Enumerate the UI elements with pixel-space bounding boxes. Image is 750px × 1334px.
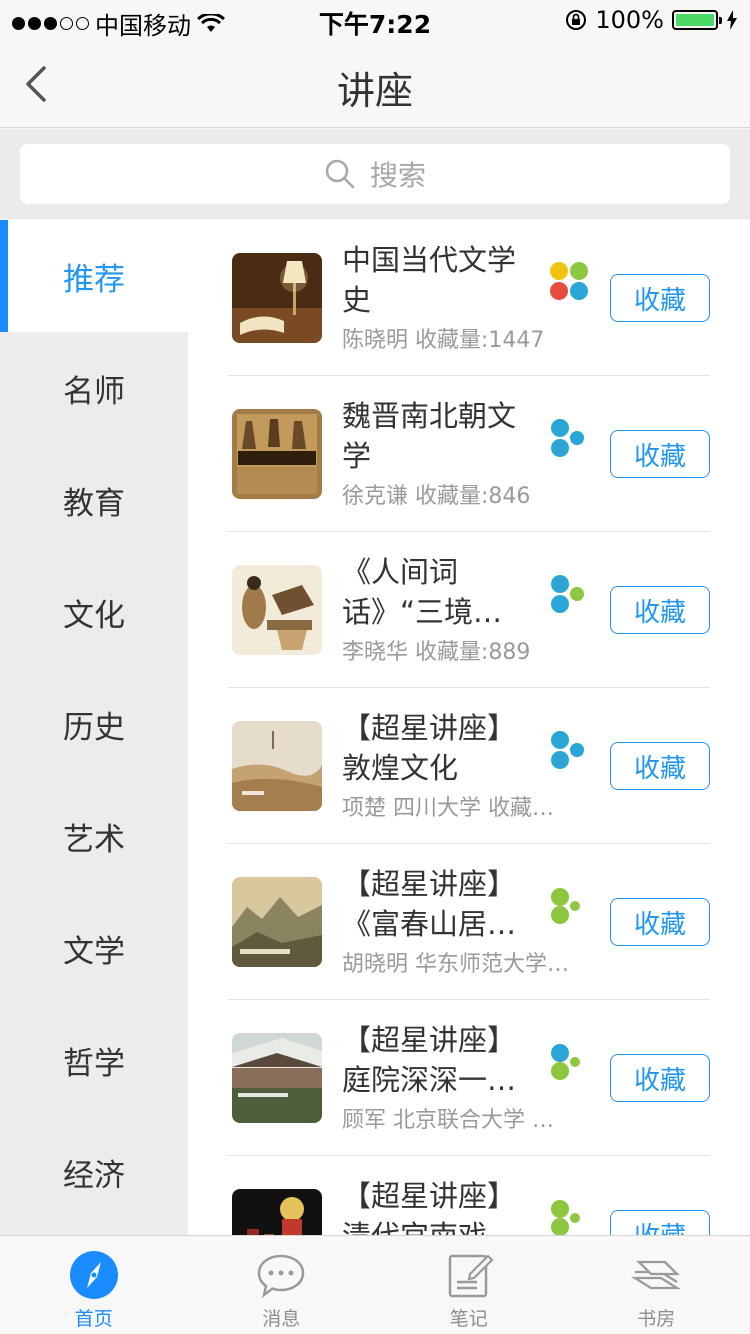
favorite-button[interactable]: 收藏 [610,274,710,322]
lecture-title: 【超星讲座】敦煌文化 [342,711,517,785]
lecture-meta: 胡晓明 华东师范大学… [342,952,569,977]
tab-notes[interactable]: 笔记 [375,1236,563,1334]
tab-home[interactable]: 首页 [0,1236,188,1334]
category-label: 教育 [63,485,125,522]
tab-label: 笔记 [449,1308,488,1330]
category-label: 名师 [63,373,125,410]
category-label: 历史 [63,709,125,746]
favorite-button[interactable]: 收藏 [610,586,710,634]
lecture-title: 《人间词话》“三境… [342,555,503,629]
lecture-item[interactable]: 魏晋南北朝文学 徐克谦 收藏量:846 收藏 [188,376,750,532]
category-label: 艺术 [63,821,125,858]
lecture-meta: 项楚 四川大学 收藏… [342,796,554,821]
tab-label: 书房 [637,1308,676,1330]
lecture-item[interactable]: 【超星讲座】清代宫南戏… 收藏 [188,1156,750,1235]
lecture-thumbnail [232,721,322,811]
lecture-meta: 李晓华 收藏量:889 [342,640,531,665]
lecture-meta: 陈晓明 收藏量:1447 [342,328,545,353]
lecture-title: 中国当代文学史 [342,243,517,317]
lecture-list: 中国当代文学史 陈晓明 收藏量:1447 收藏 魏晋南北朝文学 徐克谦 收藏量:… [188,220,750,1235]
battery-icon [672,10,722,30]
tab-messages[interactable]: 消息 [188,1236,376,1334]
category-item-culture[interactable]: 文化 [0,556,188,668]
three-petal-badge-icon [551,731,584,769]
two-petal-badge-icon [551,888,580,924]
lecture-thumbnail [232,253,322,343]
category-item-philosophy[interactable]: 哲学 [0,1004,188,1116]
category-item-literature[interactable]: 文学 [0,892,188,1004]
lecture-thumbnail [232,1189,322,1235]
category-label: 文化 [63,597,125,634]
lecture-title: 【超星讲座】《富春山居… [342,867,517,941]
search-icon [325,159,355,189]
search-placeholder: 搜索 [369,159,426,192]
three-petal-badge-icon [551,575,584,613]
category-item-education[interactable]: 教育 [0,444,188,556]
tab-label: 消息 [262,1308,301,1330]
favorite-button[interactable]: 收藏 [610,742,710,790]
battery-group: 100% [565,6,738,34]
charging-icon [727,10,737,30]
lecture-title: 【超星讲座】清代宫南戏… [342,1179,517,1235]
rotation-lock-icon [566,10,587,30]
tab-study[interactable]: 书房 [563,1236,750,1334]
category-sidebar: 推荐 名师 教育 文化 历史 艺术 文学 哲学 经济 [0,220,188,1235]
navigation-bar: 讲座 [0,40,750,128]
compass-icon [69,1251,118,1299]
chat-bubble-icon [257,1254,305,1299]
lecture-item[interactable]: 【超星讲座】《富春山居… 胡晓明 华东师范大学… 收藏 [188,844,750,1000]
three-petal-badge-icon [551,419,584,457]
lecture-thumbnail [232,1033,322,1123]
two-petal-badge-icon [551,1044,580,1080]
lecture-title: 【超星讲座】庭院深深一… [342,1023,517,1097]
four-petal-badge-icon [550,262,588,300]
category-item-art[interactable]: 艺术 [0,780,188,892]
battery-percent: 100% [595,6,664,34]
two-petal-badge-icon [551,1200,580,1235]
lecture-thumbnail [232,877,322,967]
notepad-icon [448,1254,494,1298]
lecture-item[interactable]: 【超星讲座】庭院深深一… 顾军 北京联合大学 … 收藏 [188,1000,750,1156]
tab-bar: 首页 消息 笔记 书房 [0,1235,750,1334]
lecture-title: 魏晋南北朝文学 [342,399,517,473]
favorite-button[interactable]: 收藏 [610,898,710,946]
category-item-teachers[interactable]: 名师 [0,332,188,444]
favorite-button[interactable]: 收藏 [610,430,710,478]
lecture-thumbnail [232,409,322,499]
lecture-item[interactable]: 【超星讲座】敦煌文化 项楚 四川大学 收藏… 收藏 [188,688,750,844]
lecture-item[interactable]: 《人间词话》“三境… 李晓华 收藏量:889 收藏 [188,532,750,688]
category-label: 文学 [63,933,125,970]
lecture-meta: 徐克谦 收藏量:846 [342,484,531,509]
books-icon [631,1260,682,1290]
category-label: 推荐 [63,261,125,298]
favorite-button[interactable]: 收藏 [610,1054,710,1102]
tab-label: 首页 [74,1308,113,1330]
search-input[interactable]: 搜索 [20,144,730,204]
lecture-meta: 顾军 北京联合大学 … [342,1108,554,1133]
favorite-button[interactable]: 收藏 [610,1210,710,1235]
category-label: 经济 [63,1157,125,1194]
category-item-recommend[interactable]: 推荐 [0,220,188,332]
category-item-economics[interactable]: 经济 [0,1116,188,1228]
status-bar: 中国移动 下午7:22 100% [0,0,750,40]
category-item-history[interactable]: 历史 [0,668,188,780]
page-title: 讲座 [336,69,413,113]
search-area: 搜索 [0,129,750,219]
lecture-item[interactable]: 中国当代文学史 陈晓明 收藏量:1447 收藏 [188,220,750,376]
category-label: 哲学 [63,1045,125,1082]
lecture-thumbnail [232,565,322,655]
